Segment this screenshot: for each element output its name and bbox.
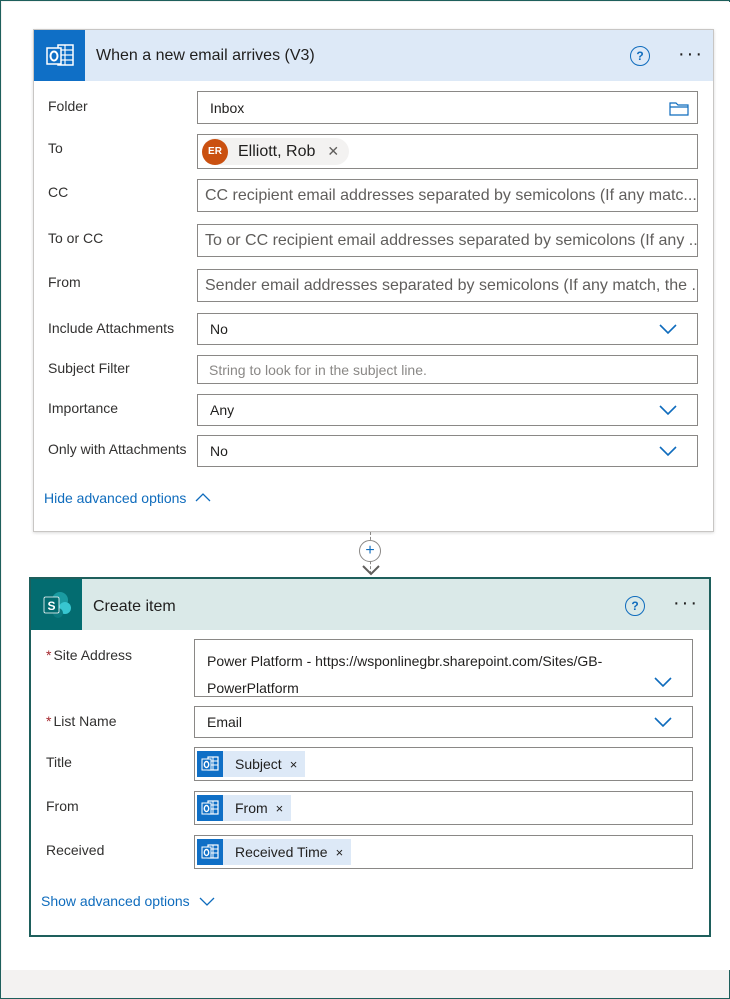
trigger-card-header[interactable]: When a new email arrives (V3) ? ···	[34, 30, 713, 81]
chevron-up-icon	[195, 493, 211, 502]
importance-value: Any	[210, 402, 235, 418]
dynamic-content-token[interactable]: Received Time ×	[197, 839, 352, 865]
avatar: ER	[202, 138, 228, 165]
include-attachments-dropdown[interactable]: No	[197, 313, 698, 345]
chevron-down-icon	[659, 324, 677, 335]
site-address-dropdown[interactable]: Power Platform - https://wsponlinegbr.sh…	[194, 639, 693, 697]
more-icon[interactable]: ···	[678, 44, 704, 64]
more-icon[interactable]: ···	[673, 593, 699, 613]
close-icon[interactable]: ×	[290, 757, 298, 772]
arrow-down-icon	[362, 565, 380, 576]
importance-dropdown[interactable]: Any	[197, 394, 698, 426]
chevron-down-icon	[199, 897, 215, 906]
from-label: From	[46, 798, 79, 814]
site-address-value-line2: PowerPlatform	[207, 680, 299, 696]
include-attachments-label: Include Attachments	[48, 320, 175, 336]
received-label: Received	[46, 842, 105, 858]
app-frame: When a new email arrives (V3) ? ··· Fold…	[0, 0, 730, 999]
close-icon[interactable]: ×	[336, 845, 344, 860]
chevron-down-icon	[659, 405, 677, 416]
only-with-attachments-value: No	[210, 443, 228, 459]
list-name-value: Email	[207, 714, 243, 730]
from-input[interactable]: From ×	[194, 791, 693, 825]
action-card-title: Create item	[93, 598, 176, 615]
folder-value: Inbox	[210, 99, 245, 116]
subject-filter-input[interactable]: String to look for in the subject line.	[197, 355, 698, 384]
cc-input[interactable]: CC recipient email addresses separated b…	[197, 179, 698, 212]
help-icon[interactable]: ?	[625, 596, 645, 616]
received-input[interactable]: Received Time ×	[194, 835, 693, 869]
cc-label: CC	[48, 184, 69, 200]
token-label: From	[235, 800, 268, 816]
recipient-name: Elliott, Rob	[238, 142, 316, 160]
close-icon[interactable]: ×	[276, 801, 284, 816]
title-label: Title	[46, 754, 72, 770]
svg-text:S: S	[47, 599, 55, 613]
close-icon[interactable]: ✕	[327, 143, 339, 160]
outlook-icon	[197, 795, 223, 821]
required-marker: *	[46, 713, 52, 729]
plus-icon[interactable]: +	[359, 540, 381, 562]
include-attachments-value: No	[210, 321, 228, 337]
show-advanced-options-label: Show advanced options	[41, 893, 190, 909]
site-address-label-text: Site Address	[53, 647, 133, 663]
hide-advanced-options-label: Hide advanced options	[44, 490, 187, 506]
folder-label: Folder	[48, 98, 88, 114]
from-label: From	[48, 274, 81, 290]
site-address-value-line1: Power Platform - https://wsponlinegbr.sh…	[207, 653, 603, 669]
chevron-down-icon	[654, 677, 672, 688]
required-marker: *	[46, 647, 52, 663]
to-field[interactable]: ER Elliott, Rob ✕	[197, 134, 698, 169]
only-with-attachments-label: Only with Attachments	[48, 441, 187, 457]
chevron-down-icon	[659, 446, 677, 457]
list-name-label: * List Name	[46, 713, 116, 729]
recipient-token[interactable]: ER Elliott, Rob ✕	[202, 138, 350, 165]
dynamic-content-token[interactable]: From ×	[197, 795, 292, 821]
sharepoint-icon: S	[31, 579, 82, 630]
help-icon[interactable]: ?	[630, 46, 650, 66]
action-card: S Create item ? ··· * Site Address Power …	[29, 577, 711, 937]
outlook-icon	[197, 839, 223, 865]
show-advanced-options-link[interactable]: Show advanced options	[41, 893, 215, 909]
dynamic-content-token[interactable]: Subject ×	[197, 751, 306, 777]
chevron-down-icon	[654, 717, 672, 728]
to-or-cc-label: To or CC	[48, 230, 104, 246]
action-card-header[interactable]: S Create item ? ···	[31, 579, 709, 630]
from-input[interactable]: Sender email addresses separated by semi…	[197, 269, 698, 302]
token-label: Subject	[235, 756, 282, 772]
outlook-icon	[197, 751, 223, 777]
folder-icon[interactable]	[669, 100, 689, 116]
hide-advanced-options-link[interactable]: Hide advanced options	[44, 490, 211, 506]
token-label: Received Time	[235, 844, 328, 860]
only-with-attachments-dropdown[interactable]: No	[197, 435, 698, 467]
to-label: To	[48, 140, 63, 156]
outlook-icon	[34, 30, 85, 81]
list-name-label-text: List Name	[53, 713, 117, 729]
title-input[interactable]: Subject ×	[194, 747, 693, 781]
folder-field[interactable]: Inbox	[197, 91, 698, 124]
trigger-card-title: When a new email arrives (V3)	[96, 47, 315, 64]
trigger-card: When a new email arrives (V3) ? ··· Fold…	[33, 29, 714, 532]
subject-filter-label: Subject Filter	[48, 360, 130, 376]
site-address-label: * Site Address	[46, 647, 132, 663]
list-name-dropdown[interactable]: Email	[194, 706, 693, 738]
to-or-cc-input[interactable]: To or CC recipient email addresses separ…	[197, 224, 698, 257]
importance-label: Importance	[48, 400, 119, 416]
